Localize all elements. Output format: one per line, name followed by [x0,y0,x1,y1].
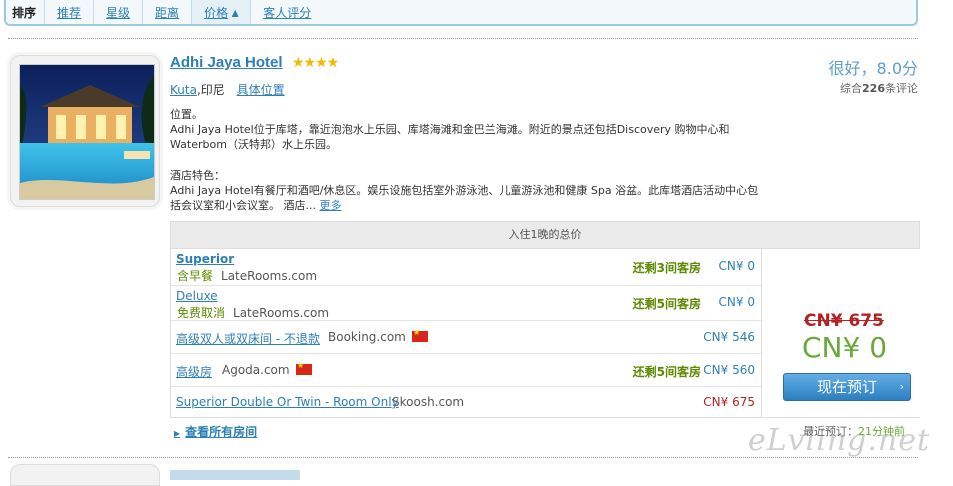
sort-option-guest-rating[interactable]: 客人评分 [250,0,323,24]
offer-price[interactable]: CN¥ 560 [703,363,755,377]
room-link[interactable]: Deluxe [176,289,218,303]
price-table-header: 入住1晚的总价 [171,222,919,249]
sort-option-price[interactable]: 价格 ▲ [191,0,251,24]
hotel-location: Kuta,印尼 具体位置 [170,81,285,98]
offer-row: 高级房 Agoda.com 还剩5间客房 CN¥ 560 [171,354,761,387]
view-all-rooms-link[interactable]: ▶ 查看所有房间 [174,423,257,440]
reviews-count: 226 [862,82,885,95]
star-rating-icon: ★★★★ [292,55,339,71]
offer-detail: 含早餐 LateRooms.com [177,267,317,284]
desc-features-body: Adhi Jaya Hotel有餐厅和酒吧/休息区。娱乐设施包括室外游泳池、儿童… [170,184,759,212]
desc-location-title: 位置。 [170,108,203,121]
room-link[interactable]: Superior Double Or Twin - Room Only [176,395,399,409]
sort-option-stars[interactable]: 星级 [93,0,142,24]
hotel-photo[interactable] [19,64,155,200]
desc-location-text: Adhi Jaya Hotel位于库塔，靠近泡泡水上乐园、库塔海滩和金巴兰海滩。… [170,123,730,151]
room-link[interactable]: 高级双人或双床间 - 不退款 [176,330,320,347]
reviews-prefix: 综合 [840,82,863,95]
best-price-panel: CN¥ 675 CN¥ 0 现在预订 › [761,249,920,417]
original-price: CN¥ 675 [804,311,884,331]
china-flag-icon [412,328,428,342]
book-now-button[interactable]: 现在预订 › [783,373,911,401]
reviews-suffix: 条评论 [885,82,918,95]
provider-label: Booking.com [328,330,406,344]
offer-price[interactable]: CN¥ 675 [703,395,755,409]
book-now-label: 现在预订 [816,378,877,396]
offer-row: 高级双人或双床间 - 不退款 Booking.com CN¥ 546 [171,321,761,354]
price-table: 入住1晚的总价 Superior 含早餐 LateRooms.com 还剩3间客房… [170,221,920,418]
best-price: CN¥ 0 [802,331,888,364]
sort-option-price-label: 价格 [204,5,229,20]
provider-label: LateRooms.com [233,306,330,320]
recent-booking: 最近预订：21分钟前 [803,423,905,439]
provider-label: LateRooms.com [221,269,318,283]
view-all-rooms-label: 查看所有房间 [185,425,258,439]
offer-detail: 免费取消 LateRooms.com [177,304,329,321]
divider [8,38,918,39]
review-summary: 综合226条评论 [840,80,918,96]
desc-features-title: 酒店特色： [170,169,225,182]
hotel-photo-frame [10,55,160,207]
offer-row: Deluxe 免费取消 LateRooms.com 还剩5间客房 CN¥ 0 [171,286,761,321]
availability-label: 还剩5间客房 [632,297,701,311]
city-link[interactable]: Kuta [170,83,197,97]
sort-option-recommended[interactable]: 推荐 [44,0,93,24]
next-hotel-name-partial [170,470,300,480]
country-label: 印尼 [200,83,225,97]
sort-bar: 排序 推荐 星级 距离 价格 ▲ 客人评分 [4,0,918,26]
sort-option-distance[interactable]: 距离 [142,0,191,24]
map-location-link[interactable]: 具体位置 [237,83,285,97]
triangle-right-icon: ▶ [174,429,181,438]
sort-label: 排序 [12,5,37,20]
china-flag-icon [296,361,312,375]
offer-row: Superior 含早餐 LateRooms.com 还剩3间客房 CN¥ 0 [171,249,761,286]
sort-ascending-icon: ▲ [232,7,239,17]
perk-label: 含早餐 [177,269,214,283]
hotel-description: 位置。 Adhi Jaya Hotel位于库塔，靠近泡泡水上乐园、库塔海滩和金巴… [170,107,760,213]
offer-list: Superior 含早餐 LateRooms.com 还剩3间客房 CN¥ 0 D… [171,249,761,418]
hotel-name-link[interactable]: Adhi Jaya Hotel [170,54,283,71]
offer-row: Superior Double Or Twin - Room Only Skoo… [171,387,761,418]
guest-rating[interactable]: 很好，8.0分 [829,55,918,79]
availability-label: 还剩3间客房 [632,261,701,275]
recent-booking-label: 最近预订： [803,425,858,438]
provider-label: Skoosh.com [392,395,465,409]
provider-label: Agoda.com [222,363,290,377]
room-link[interactable]: 高级房 [176,363,212,380]
availability-label: 还剩5间客房 [632,365,701,379]
next-hotel-photo-frame [10,464,160,486]
more-link[interactable]: 更多 [320,199,342,212]
offer-price[interactable]: CN¥ 546 [703,330,755,344]
recent-booking-time: 21分钟前 [858,425,905,438]
room-link[interactable]: Superior [176,252,234,266]
divider [8,457,918,458]
offer-price[interactable]: CN¥ 0 [719,295,755,309]
perk-label: 免费取消 [177,306,226,320]
chevron-right-icon: › [899,380,904,393]
desc-features-text: Adhi Jaya Hotel有餐厅和酒吧/休息区。娱乐设施包括室外游泳池、儿童… [170,183,760,213]
offer-price[interactable]: CN¥ 0 [719,259,755,273]
